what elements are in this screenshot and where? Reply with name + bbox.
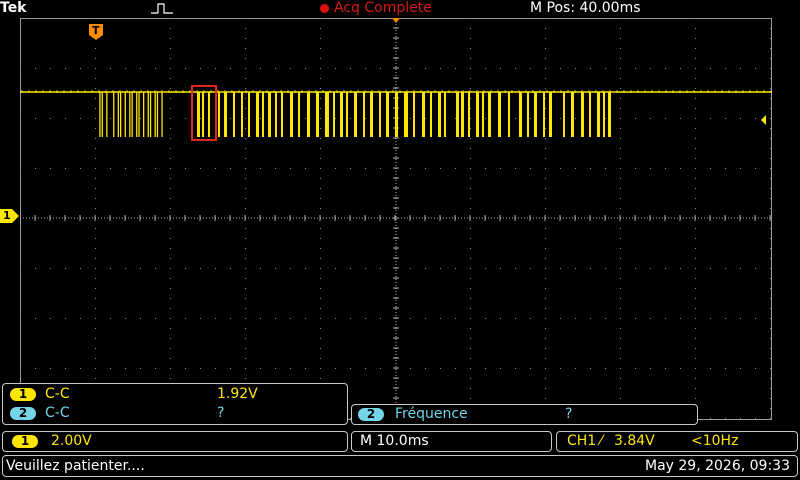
waveform-display[interactable]	[20, 18, 772, 420]
brand-logo: Tek	[0, 0, 27, 16]
ch1-volts-per-div: 2.00V	[51, 433, 92, 449]
timebase-readout: M 10.0ms	[360, 433, 429, 449]
trigger-level: 3.84V	[614, 433, 655, 449]
trigger-frequency: <10Hz	[691, 433, 739, 449]
ch1-ground-marker[interactable]: 1	[0, 209, 20, 223]
status-bar: Veuillez patienter.... May 29, 2026, 09:…	[2, 455, 798, 477]
acquisition-status: Acq Complete	[320, 0, 432, 16]
measure2-channel-badge: 2	[10, 407, 36, 420]
freq-name: Fréquence	[395, 406, 468, 422]
measure2-name: C-C	[45, 405, 70, 421]
ch1-scale-panel[interactable]: 1 2.00V	[2, 431, 348, 452]
ch1-scale-badge: 1	[12, 435, 38, 448]
top-status-bar: Tek Acq Complete M Pos: 40.00ms	[0, 0, 800, 18]
status-datetime: May 29, 2026, 09:33	[645, 458, 790, 474]
measurement-panel[interactable]: 1 C-C 1.92V 2 C-C ?	[2, 383, 348, 425]
freq-value: ?	[565, 406, 573, 422]
measure1-value: 1.92V	[217, 386, 258, 402]
graticule-grid	[20, 18, 772, 420]
trigger-level-arrow-icon[interactable]	[761, 115, 766, 125]
ch1-waveform	[20, 90, 772, 137]
trigger-slope-icon: ⁄	[600, 433, 603, 449]
trigger-position-marker-icon	[392, 18, 400, 23]
trigger-point-marker[interactable]: T	[89, 24, 103, 40]
status-message: Veuillez patienter....	[6, 458, 145, 474]
trigger-source: CH1	[567, 433, 597, 449]
frequency-measurement-panel[interactable]: 2 Fréquence ?	[351, 404, 698, 425]
measure1-channel-badge: 1	[10, 388, 36, 401]
acquisition-stopped-icon	[320, 3, 329, 13]
measure1-name: C-C	[45, 386, 70, 402]
horizontal-position-readout: M Pos: 40.00ms	[530, 0, 641, 16]
measure2-value: ?	[217, 405, 225, 421]
trigger-panel[interactable]: CH1 ⁄ 3.84V <10Hz	[556, 431, 798, 452]
trigger-point-label: T	[92, 24, 100, 37]
freq-channel-badge: 2	[358, 408, 384, 421]
acquisition-status-label: Acq Complete	[334, 0, 432, 16]
pulse-trigger-icon	[151, 3, 173, 14]
ch1-marker-label: 1	[3, 209, 11, 222]
timebase-panel[interactable]: M 10.0ms	[351, 431, 552, 452]
